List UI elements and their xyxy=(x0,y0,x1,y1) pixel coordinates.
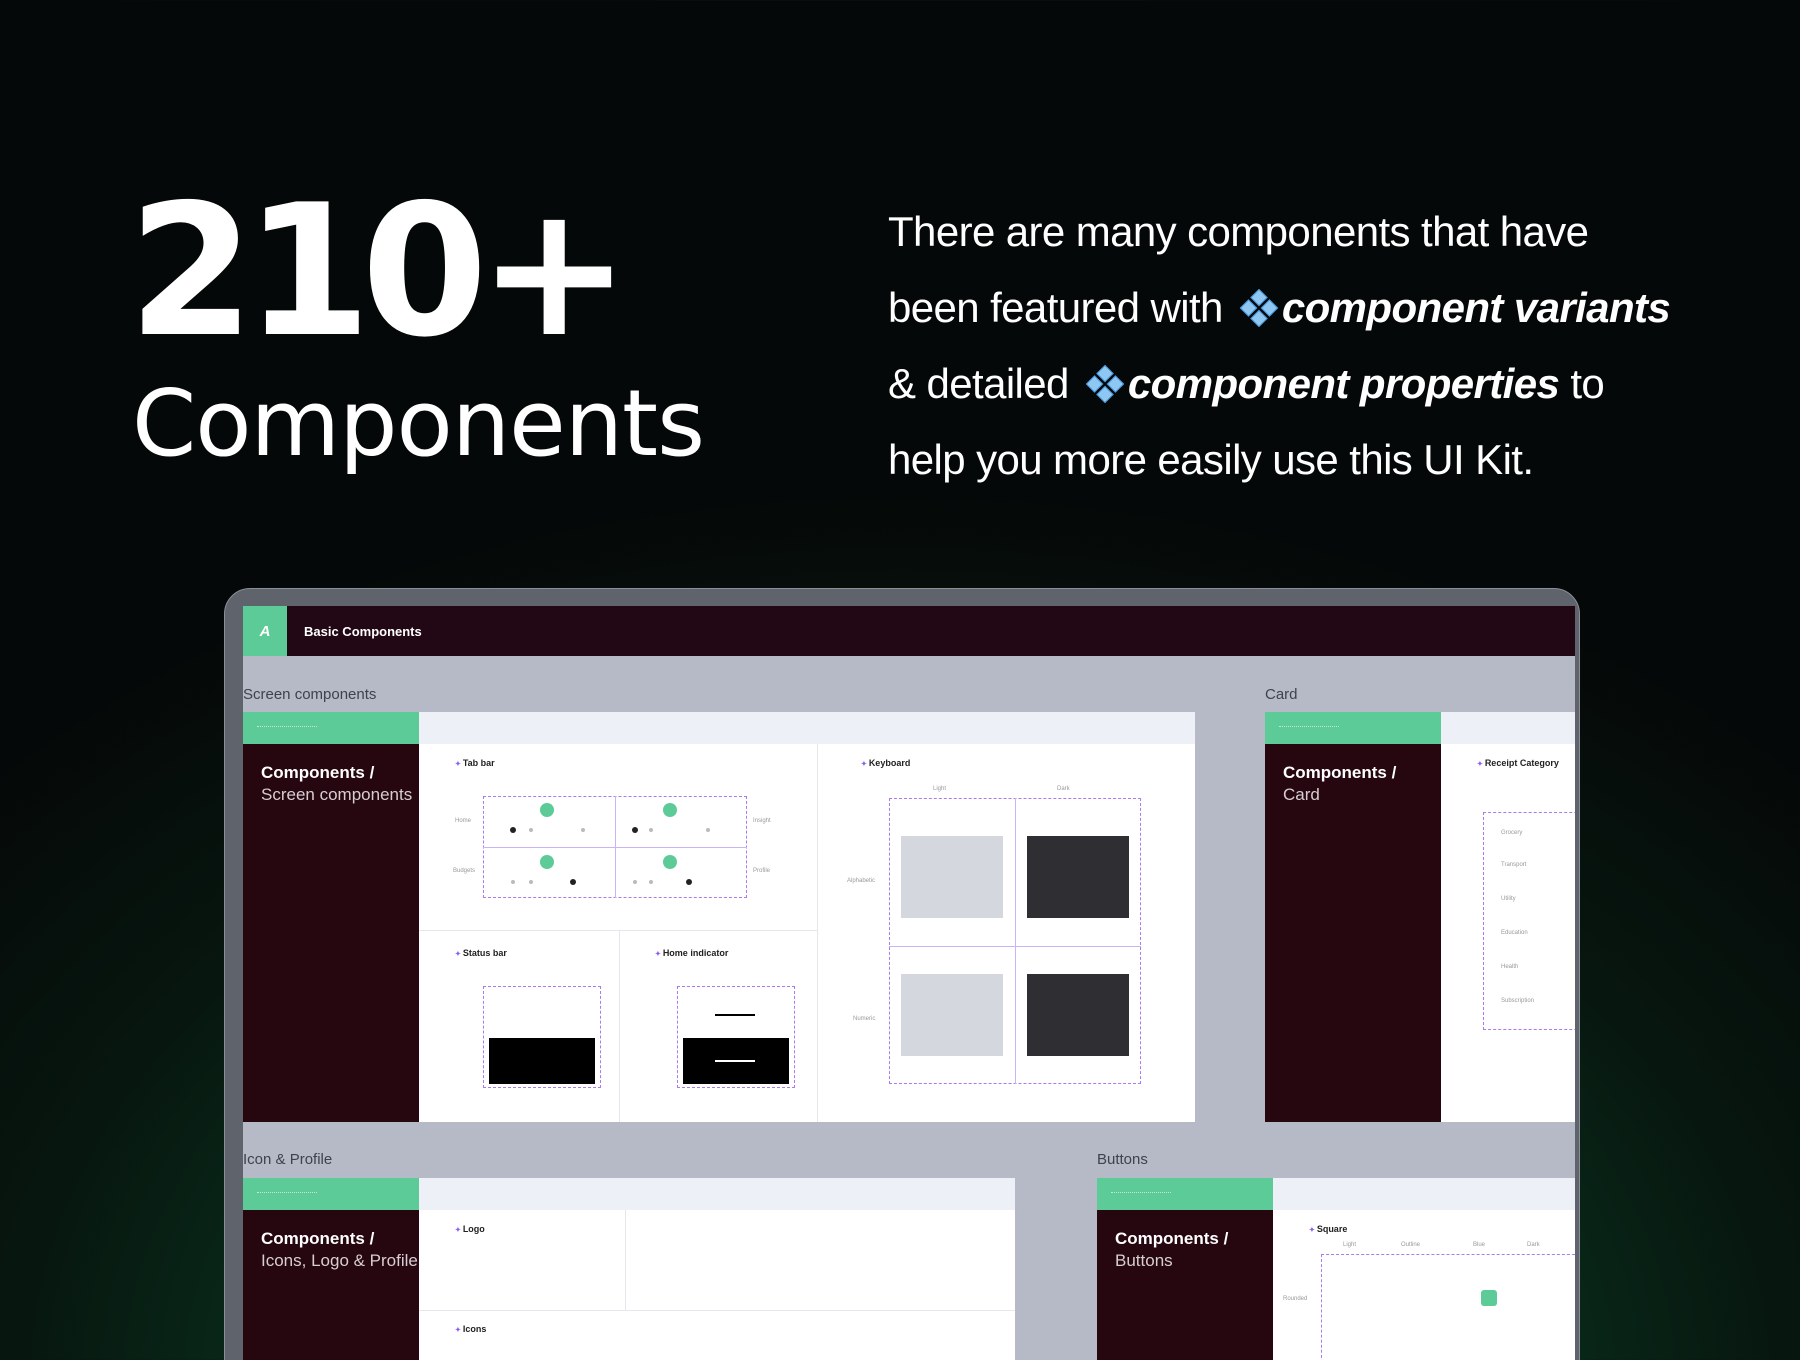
label-square: Square xyxy=(1309,1224,1348,1234)
description: There are many components that have been… xyxy=(888,194,1768,498)
label-receipt-category: Receipt Category xyxy=(1477,758,1559,768)
label-home-indicator: Home indicator xyxy=(655,948,729,958)
icon-profile-panel[interactable]: Components /Icons, Logo & Profile Logo I… xyxy=(243,1178,1015,1360)
hero-number: 210+ xyxy=(128,165,630,377)
app-logo: A xyxy=(243,606,287,656)
component-icon xyxy=(1085,365,1124,403)
page-title: Basic Components xyxy=(304,624,422,639)
sample-button-blue xyxy=(1481,1290,1497,1306)
panel-sidebar: Components / Icons, Logo & Profile xyxy=(243,1178,419,1360)
desc-line-3: & detailed component properties to xyxy=(888,360,1605,407)
label-logo: Logo xyxy=(455,1224,485,1234)
keyboard-light-numeric xyxy=(901,974,1003,1056)
desc-line-1: There are many components that have xyxy=(888,208,1589,255)
label-keyboard: Keyboard xyxy=(861,758,911,768)
label-tab-bar: Tab bar xyxy=(455,758,495,768)
panel-sidebar: Components / Card xyxy=(1265,712,1441,1122)
button-variants xyxy=(1321,1254,1575,1360)
label-status-bar: Status bar xyxy=(455,948,507,958)
hero-label: Components xyxy=(132,370,705,477)
screen-components-panel[interactable]: Components /Screen components Tab bar Ho… xyxy=(243,712,1195,1122)
section-label-card: Card xyxy=(1265,686,1298,703)
section-label-screen: Screen components xyxy=(243,686,377,703)
keyboard-light-alpha xyxy=(901,836,1003,918)
keyboard-dark-alpha xyxy=(1027,836,1129,918)
desc-line-2: been featured with component variants xyxy=(888,284,1671,331)
section-label-buttons: Buttons xyxy=(1097,1151,1148,1168)
app-screen: A Basic Components Screen components Car… xyxy=(243,606,1575,1360)
buttons-panel[interactable]: Components /Buttons Square Light Outline… xyxy=(1097,1178,1575,1360)
card-panel[interactable]: Components /Card Receipt Category Grocer… xyxy=(1265,712,1575,1122)
tabbar-icons xyxy=(510,803,710,885)
panel-sidebar: Components / Buttons xyxy=(1097,1178,1273,1360)
top-bar: A Basic Components xyxy=(243,606,1575,656)
keyboard-dark-numeric xyxy=(1027,974,1129,1056)
section-label-icon: Icon & Profile xyxy=(243,1151,333,1168)
label-icons: Icons xyxy=(455,1324,487,1334)
panel-sidebar: Components / Screen components xyxy=(243,712,419,1122)
desc-line-4: help you more easily use this UI Kit. xyxy=(888,436,1534,483)
status-bar-dark xyxy=(489,1038,595,1084)
component-icon xyxy=(1239,289,1278,327)
